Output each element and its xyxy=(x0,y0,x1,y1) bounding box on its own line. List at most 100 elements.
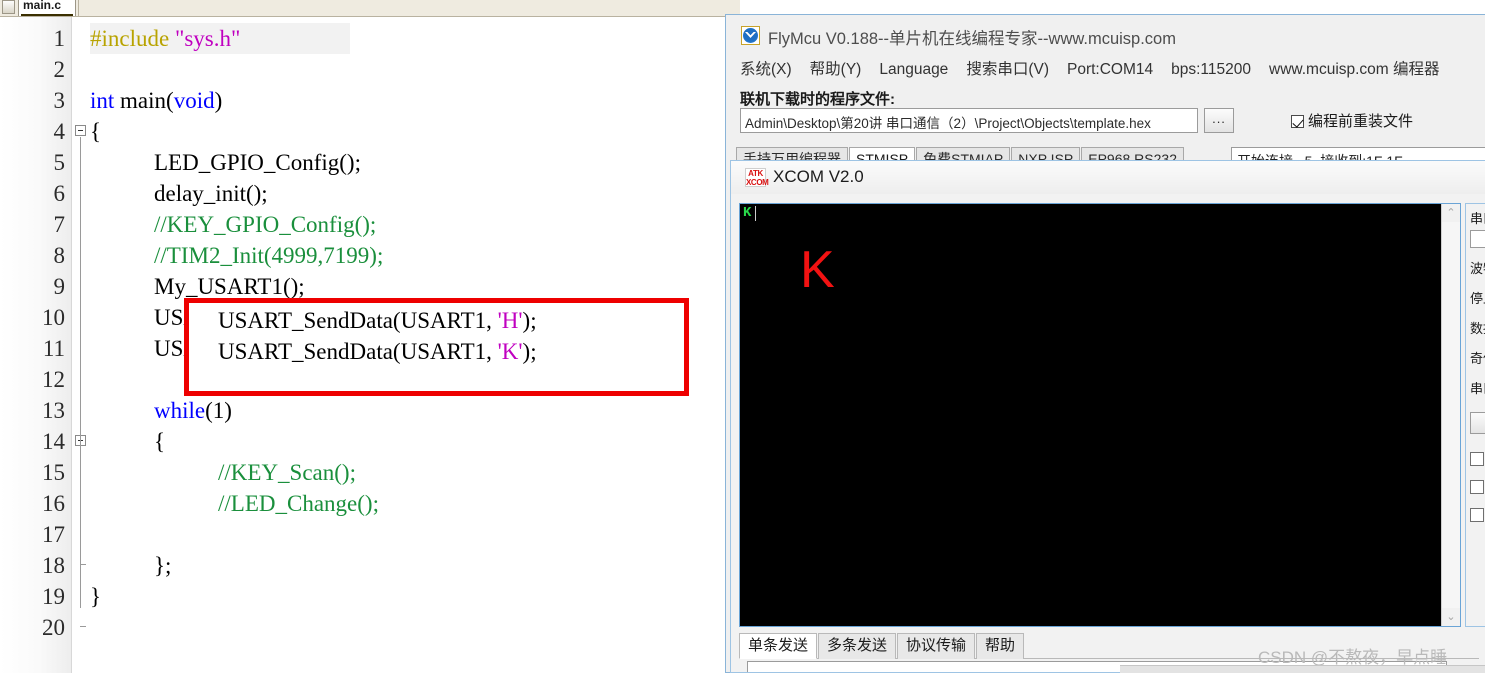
code-token: //LED_Change(); xyxy=(218,491,379,516)
line-number: 13 xyxy=(42,398,65,423)
xcom-option-checkbox-2[interactable] xyxy=(1470,480,1484,494)
code-line: { xyxy=(90,116,101,147)
xcom-window: ATK XCOM XCOM V2.0 K K ⌃ ⌄ 串口选择 波特率 停止位 … xyxy=(730,160,1485,673)
code-token: //KEY_GPIO_Config(); xyxy=(154,212,377,237)
code-line: #include "sys.h" xyxy=(90,23,240,54)
code-line: USART_SendData(USART1, 'K'); xyxy=(218,336,537,367)
xcom-app-icon: ATK XCOM xyxy=(745,168,769,187)
flymcu-menu-item-4[interactable]: Port:COM14 xyxy=(1067,61,1153,79)
xcom-bottom-tab[interactable]: 帮助 xyxy=(976,633,1025,659)
line-number: 9 xyxy=(53,274,66,299)
xcom-label-serialop: 串口操作 xyxy=(1470,381,1485,396)
code-line: LED_GPIO_Config(); xyxy=(154,147,361,178)
xcom-terminal-surface[interactable]: K K xyxy=(740,204,1441,626)
xcom-bottom-tab[interactable]: 协议传输 xyxy=(897,633,976,659)
code-token: #include xyxy=(90,26,175,51)
code-token: } xyxy=(90,584,102,609)
xcom-port-select[interactable] xyxy=(1470,230,1485,248)
scroll-down-arrow-icon[interactable]: ⌄ xyxy=(1442,608,1460,626)
flymcu-window-title: FlyMcu V0.188--单片机在线编程专家--www.mcuisp.com xyxy=(768,30,1176,48)
xcom-settings-panel: 串口选择 波特率 停止位 数据位 奇偶校验 串口操作 xyxy=(1465,203,1485,627)
flymcu-titlebar: FlyMcu V0.188--单片机在线编程专家--www.mcuisp.com xyxy=(726,15,1485,55)
xcom-bottom-tab[interactable]: 单条发送 xyxy=(739,633,818,659)
flymcu-browse-button[interactable]: ... xyxy=(1204,108,1234,133)
flymcu-reload-checkbox[interactable]: 编程前重装文件 xyxy=(1291,110,1413,131)
xcom-received-text: K xyxy=(743,205,752,221)
flymcu-menu-item-0[interactable]: 系统(X) xyxy=(740,57,792,79)
xcom-bottom-tab[interactable]: 多条发送 xyxy=(818,633,897,659)
flymcu-menu-item-1[interactable]: 帮助(Y) xyxy=(810,57,862,79)
xcom-receive-area[interactable]: K K ⌃ ⌄ xyxy=(739,203,1461,627)
code-line: }; xyxy=(154,550,171,581)
code-line: //KEY_Scan(); xyxy=(218,457,356,488)
flymcu-menubar: 系统(X) 帮助(Y) Language 搜索串口(V) Port:COM14 bps:1… xyxy=(726,57,1485,83)
xcom-label-parity: 奇偶校验 xyxy=(1470,351,1485,366)
code-token: USART_SendData(USART1, xyxy=(218,339,498,364)
xcom-window-title: XCOM V2.0 xyxy=(773,167,864,186)
line-number: 7 xyxy=(53,212,66,237)
code-line: int main(void) xyxy=(90,85,222,116)
code-line: } xyxy=(90,581,101,612)
line-number: 18 xyxy=(42,553,65,578)
code-token: int xyxy=(90,88,121,113)
code-line: My_USART1(); xyxy=(154,271,305,302)
code-token: 'K' xyxy=(497,339,523,364)
code-token: }; xyxy=(154,553,172,578)
line-number: 2 xyxy=(53,57,66,82)
annotation-letter-k: K xyxy=(800,241,835,299)
code-line: //KEY_GPIO_Config(); xyxy=(154,209,376,240)
flymcu-menu-item-5[interactable]: bps:115200 xyxy=(1171,61,1251,79)
line-number: 17 xyxy=(42,522,65,547)
line-number: 3 xyxy=(53,88,66,113)
line-number: 14 xyxy=(42,429,65,454)
editor-fold-margin xyxy=(72,17,90,673)
fold-range-line xyxy=(80,137,81,608)
code-line: //LED_Change(); xyxy=(218,488,379,519)
flymcu-reload-label: 编程前重装文件 xyxy=(1308,113,1414,130)
xcom-label-databits: 数据位 xyxy=(1470,321,1485,336)
annotation-highlighted-code: USART_SendData(USART1, 'H'); USART_SendDa… xyxy=(218,305,683,385)
flymcu-menu-item-2[interactable]: Language xyxy=(879,61,948,79)
line-number: 16 xyxy=(42,491,65,516)
line-number: 10 xyxy=(42,305,65,330)
code-token: LED_GPIO_Config(); xyxy=(154,150,361,175)
xcom-label-port: 串口选择 xyxy=(1470,211,1485,226)
xcom-label-stopbits: 停止位 xyxy=(1470,291,1485,306)
fold-toggle-icon[interactable] xyxy=(75,125,86,136)
line-number: 5 xyxy=(53,150,66,175)
editor-tab-strip: main.c xyxy=(0,0,740,17)
editor-tab-next[interactable] xyxy=(78,0,92,16)
code-editor-pane: main.c 1 2 3 4 5 6 7 8 9 10 11 12 13 14 15 16 17 18 19 20 #… xyxy=(0,0,740,673)
xcom-open-port-button[interactable] xyxy=(1470,412,1485,434)
xcom-option-checkbox-3[interactable] xyxy=(1470,508,1484,522)
bottom-status-strip xyxy=(1120,665,1485,673)
xcom-terminal-scrollbar[interactable]: ⌃ ⌄ xyxy=(1441,204,1460,626)
code-token: 'H' xyxy=(497,308,523,333)
xcom-label-baud: 波特率 xyxy=(1470,261,1485,276)
code-token: //TIM2_Init(4999,7199); xyxy=(154,243,384,268)
fold-range-end xyxy=(80,626,86,627)
code-line: { xyxy=(154,426,165,457)
editor-tab-icon xyxy=(2,0,15,14)
flymcu-file-path-input[interactable]: Admin\Desktop\第20讲 串口通信（2）\Project\Objec… xyxy=(740,108,1198,133)
xcom-option-checkbox-1[interactable] xyxy=(1470,452,1484,466)
line-number: 4 xyxy=(53,119,66,144)
editor-gutter: 1 2 3 4 5 6 7 8 9 10 11 12 13 14 15 16 17 18 19 20 xyxy=(0,17,72,673)
code-token: ); xyxy=(522,339,537,364)
code-line: //TIM2_Init(4999,7199); xyxy=(154,240,383,271)
flymcu-app-icon xyxy=(741,26,760,45)
flymcu-menu-item-6[interactable]: www.mcuisp.com 编程器 xyxy=(1269,57,1440,79)
code-token: { xyxy=(154,429,166,454)
code-token: "sys.h" xyxy=(174,26,241,51)
xcom-titlebar: ATK XCOM XCOM V2.0 xyxy=(731,161,1485,194)
flymcu-menu-item-3[interactable]: 搜索串口(V) xyxy=(966,57,1049,79)
code-line: delay_init(); xyxy=(154,178,268,209)
xcom-icon-line2: XCOM xyxy=(746,177,769,187)
scroll-up-arrow-icon[interactable]: ⌃ xyxy=(1442,204,1460,222)
xcom-text-caret xyxy=(755,206,756,221)
line-number: 6 xyxy=(53,181,66,206)
line-number: 12 xyxy=(42,367,65,392)
checkbox-checked-icon xyxy=(1291,115,1304,128)
line-number: 20 xyxy=(42,615,65,640)
line-number: 19 xyxy=(42,584,65,609)
